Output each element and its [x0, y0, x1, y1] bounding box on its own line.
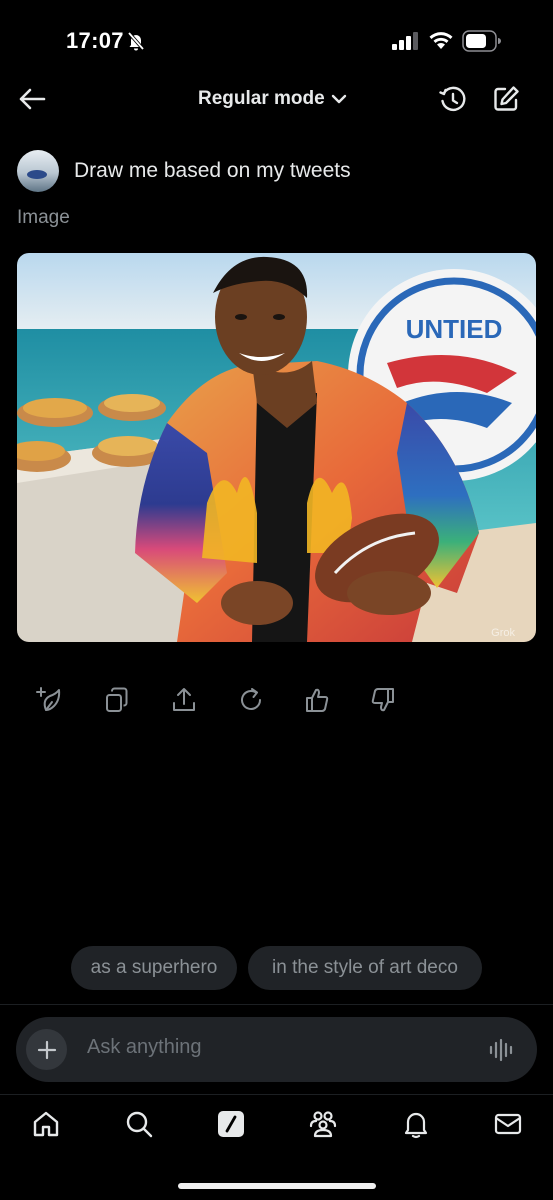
- chat-input[interactable]: [87, 1036, 467, 1059]
- cellular-signal-icon: [392, 32, 418, 50]
- chat-input-bar[interactable]: [16, 1017, 537, 1082]
- attach-button[interactable]: [26, 1029, 67, 1070]
- home-icon[interactable]: [31, 1109, 61, 1139]
- notifications-icon[interactable]: [401, 1109, 431, 1139]
- chevron-down-icon: [331, 94, 346, 104]
- mode-selector[interactable]: Regular mode: [198, 86, 347, 112]
- response-type-label: Image: [17, 207, 70, 228]
- thumbs-up-icon[interactable]: [304, 686, 330, 714]
- plus-icon: [37, 1040, 56, 1059]
- regenerate-sparkle-icon[interactable]: [36, 686, 62, 714]
- share-icon[interactable]: [171, 686, 197, 714]
- bottom-nav: [0, 1094, 553, 1158]
- status-time: 17:07: [66, 28, 124, 53]
- header-bar: Regular mode: [0, 76, 553, 122]
- suggestion-chip[interactable]: in the style of art deco: [248, 946, 482, 990]
- sign-text: UNTIED: [406, 314, 503, 344]
- search-icon[interactable]: [124, 1109, 154, 1139]
- mode-label: Regular mode: [198, 88, 325, 109]
- user-prompt-text: Draw me based on my tweets: [74, 159, 351, 182]
- wifi-icon: [429, 32, 453, 49]
- user-message: Draw me based on my tweets: [17, 150, 536, 192]
- thumbs-down-icon[interactable]: [370, 686, 396, 714]
- messages-icon[interactable]: [493, 1109, 523, 1139]
- status-bar: 17:07: [0, 0, 553, 80]
- battery-icon: [462, 30, 501, 52]
- generated-image-illustration: UNTIED Grok: [17, 253, 536, 642]
- image-watermark: Grok: [491, 627, 515, 639]
- copy-icon[interactable]: [104, 686, 130, 714]
- divider: [0, 1004, 553, 1005]
- voice-icon[interactable]: [489, 1037, 515, 1063]
- grok-icon[interactable]: [216, 1109, 246, 1139]
- avatar[interactable]: [17, 150, 59, 192]
- back-arrow-icon[interactable]: [18, 86, 46, 112]
- suggestion-chip[interactable]: as a superhero: [71, 946, 237, 990]
- bell-off-icon: [127, 31, 145, 51]
- communities-icon[interactable]: [308, 1109, 338, 1139]
- home-indicator: [178, 1183, 376, 1189]
- history-icon[interactable]: [438, 85, 468, 115]
- refresh-icon[interactable]: [238, 686, 264, 714]
- compose-icon[interactable]: [492, 85, 520, 113]
- generated-image[interactable]: UNTIED Grok: [17, 253, 536, 642]
